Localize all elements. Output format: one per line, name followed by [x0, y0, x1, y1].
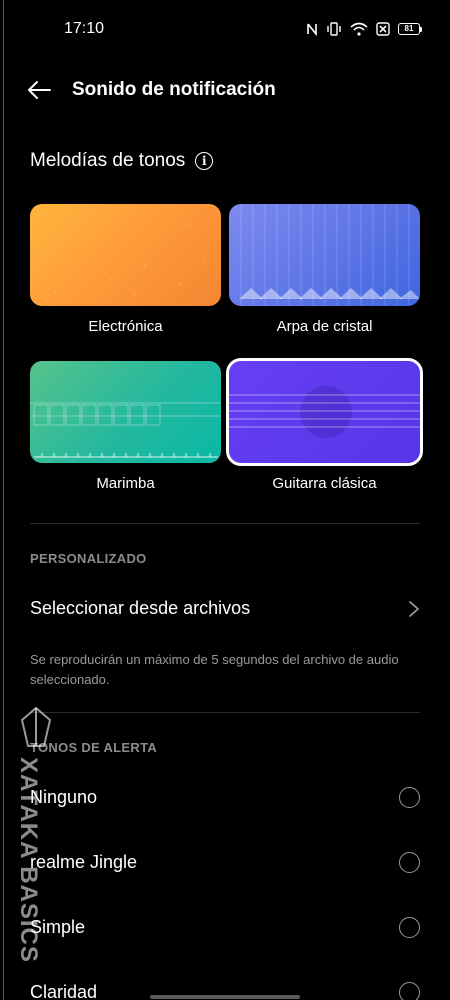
vibrate-icon	[326, 22, 342, 36]
status-bar: 17:10 81	[0, 0, 450, 60]
radio-button[interactable]	[399, 982, 420, 1000]
ringtone-tile-guitarra-clasica[interactable]	[226, 358, 423, 466]
battery-tip	[420, 26, 422, 32]
select-from-files-label: Seleccionar desde archivos	[30, 598, 251, 618]
ringtone-label-marimba: Marimba	[96, 475, 155, 492]
app-header: Sonido de notificación	[0, 70, 450, 110]
guitar-pattern	[229, 386, 420, 438]
chevron-right-icon	[409, 601, 419, 617]
alert-option-simple[interactable]: Simple	[0, 903, 450, 953]
divider	[30, 523, 420, 524]
radio-button[interactable]	[399, 852, 420, 873]
dots-pattern	[49, 218, 206, 295]
arrow-left-icon	[28, 81, 51, 99]
harp-pattern	[239, 204, 420, 306]
select-from-files-row[interactable]: Seleccionar desde archivos	[0, 584, 450, 634]
radio-button[interactable]	[399, 917, 420, 938]
page-title: Sonido de notificación	[72, 79, 276, 100]
ringtone-label-guitarra-clasica: Guitarra clásica	[272, 475, 377, 492]
divider	[30, 712, 420, 713]
ringtone-tile-electronica[interactable]	[30, 204, 221, 306]
watermark-text: XATAKA BASICS	[15, 757, 42, 963]
ringtone-tile-marimba[interactable]	[30, 361, 221, 463]
info-icon[interactable]: i	[195, 152, 214, 170]
ringtone-label-electronica: Electrónica	[88, 318, 163, 335]
data-off-icon	[376, 22, 390, 36]
melodies-section-header: Melodías de tonos i	[30, 150, 214, 172]
melodies-title: Melodías de tonos	[30, 150, 186, 171]
alert-option-ninguno[interactable]: Ninguno	[0, 773, 450, 823]
alert-option-realme-jingle[interactable]: realme Jingle	[0, 838, 450, 888]
back-button[interactable]	[26, 78, 52, 102]
xataka-logo-icon	[20, 706, 52, 747]
status-time: 17:10	[64, 20, 105, 37]
ringtone-label-arpa-de-cristal: Arpa de cristal	[276, 318, 373, 335]
alert-option-label: Claridad	[30, 982, 98, 1000]
nfc-icon	[306, 22, 318, 36]
battery-icon: 81	[398, 23, 422, 35]
radio-button[interactable]	[399, 787, 420, 808]
wifi-icon	[350, 22, 368, 36]
home-indicator	[150, 995, 300, 999]
ringtone-tile-arpa-de-cristal[interactable]	[229, 204, 420, 306]
custom-section-title: PERSONALIZADO	[30, 551, 147, 566]
status-icons: 81	[306, 22, 422, 36]
custom-note: Se reproducirán un máximo de 5 segundos …	[30, 652, 399, 687]
marimba-pattern	[30, 402, 221, 458]
battery-level: 81	[398, 23, 420, 35]
